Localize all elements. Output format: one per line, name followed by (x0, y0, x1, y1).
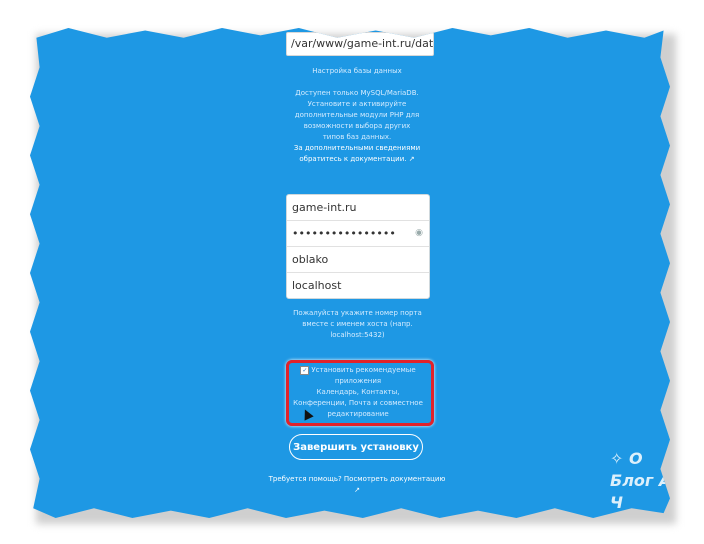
finish-setup-button[interactable]: Завершить установку (289, 434, 423, 460)
screenshot-frame: /var/www/game-int.ru/data/ Настройка баз… (30, 28, 670, 518)
watermark-line-2: Блог А (610, 471, 670, 490)
port-note: Пожалуйста укажите номер порта вместе с … (293, 309, 422, 339)
db-credentials-box: game-int.ru •••••••••••••••• ◉ oblako lo… (286, 194, 430, 299)
db-password-value: •••••••••••••••• (292, 227, 396, 240)
db-user-value: game-int.ru (292, 201, 357, 214)
help-link[interactable]: Требуется помощь? Посмотреть документаци… (266, 474, 448, 496)
db-host-value: localhost (292, 279, 342, 292)
db-name-value: oblako (292, 253, 329, 266)
watermark-logo: ✧ О Блог А Ч (610, 448, 670, 518)
recommended-apps-checkbox[interactable]: ✓ (300, 365, 310, 375)
db-password-input[interactable]: •••••••••••••••• ◉ (287, 221, 429, 247)
db-name-input[interactable]: oblako (287, 247, 429, 273)
db-host-input[interactable]: localhost (287, 273, 429, 298)
db-section-label: Настройка базы данных (312, 67, 402, 75)
docs-link[interactable]: За дополнительными сведениями обратитесь… (294, 144, 420, 163)
db-info: Доступен только MySQL/MariaDB. Установит… (294, 89, 420, 141)
recommended-apps-label[interactable]: Установить рекомендуемые приложения (311, 366, 415, 385)
db-info-text: Доступен только MySQL/MariaDB. Установит… (292, 88, 422, 165)
db-user-input[interactable]: game-int.ru (287, 195, 429, 221)
eye-icon[interactable]: ◉ (415, 221, 423, 246)
watermark-line-1: ✧ О (610, 449, 643, 468)
